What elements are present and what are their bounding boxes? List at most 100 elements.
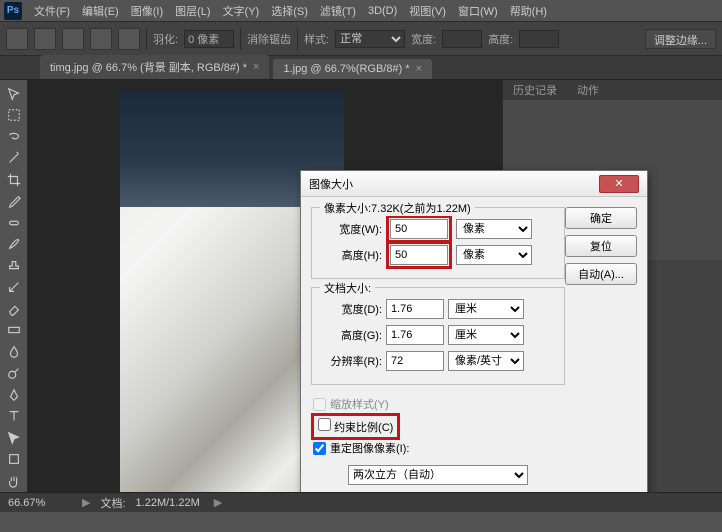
menu-type[interactable]: 文字(Y)	[217, 1, 266, 21]
reset-button[interactable]: 复位	[565, 235, 637, 257]
pixel-width-unit[interactable]: 像素	[456, 219, 532, 239]
menu-3d[interactable]: 3D(D)	[362, 3, 403, 19]
tab-document[interactable]: timg.jpg @ 66.7% (背景 副本, RGB/8#) * ×	[40, 55, 269, 79]
resample-checkbox[interactable]	[313, 442, 326, 455]
doc-height-input[interactable]	[386, 325, 444, 345]
image-size-dialog: 图像大小 ✕ 像素大小:7.32K(之前为1.22M) 宽度(W): 像素 高度…	[300, 170, 648, 500]
menubar: Ps 文件(F) 编辑(E) 图像(I) 图层(L) 文字(Y) 选择(S) 滤…	[0, 0, 722, 22]
constrain-label: 约束比例(C)	[334, 422, 393, 434]
shape-tool-icon[interactable]	[3, 450, 25, 470]
tab-label: timg.jpg @ 66.7% (背景 副本, RGB/8#) *	[50, 59, 247, 75]
toolbox	[0, 80, 28, 512]
chevron-right-icon[interactable]: ▶	[82, 496, 90, 509]
tool-preset-icon[interactable]	[6, 28, 28, 50]
menu-layer[interactable]: 图层(L)	[169, 1, 216, 21]
width-label: 宽度:	[411, 31, 436, 47]
feather-input[interactable]	[184, 30, 234, 48]
marquee-tool-icon[interactable]	[3, 106, 25, 126]
ok-button[interactable]: 确定	[565, 207, 637, 229]
doc-height-label: 高度(G):	[322, 327, 382, 343]
app-logo: Ps	[4, 2, 22, 20]
stamp-tool-icon[interactable]	[3, 256, 25, 276]
constrain-checkbox[interactable]	[318, 418, 331, 431]
type-tool-icon[interactable]	[3, 407, 25, 427]
refine-edge-button[interactable]: 调整边缘...	[645, 29, 716, 49]
doc-height-unit[interactable]: 厘米	[448, 325, 524, 345]
doc-width-unit[interactable]: 厘米	[448, 299, 524, 319]
doc-width-label: 宽度(D):	[322, 301, 382, 317]
dialog-titlebar[interactable]: 图像大小 ✕	[301, 171, 647, 197]
eraser-tool-icon[interactable]	[3, 299, 25, 319]
marquee-rect-icon[interactable]	[34, 28, 56, 50]
eyedropper-tool-icon[interactable]	[3, 192, 25, 212]
pixel-height-unit[interactable]: 像素	[456, 245, 532, 265]
document-size-group: 文档大小: 宽度(D): 厘米 高度(G): 厘米 分辨率(R): 像素/英寸	[311, 287, 565, 385]
menu-edit[interactable]: 编辑(E)	[76, 1, 125, 21]
resolution-unit[interactable]: 像素/英寸	[448, 351, 524, 371]
width-input	[442, 30, 482, 48]
marquee-row-icon[interactable]	[90, 28, 112, 50]
chevron-right-icon[interactable]: ▶	[214, 496, 222, 509]
dialog-buttons: 确定 复位 自动(A)...	[565, 207, 637, 285]
close-button[interactable]: ✕	[599, 175, 639, 193]
panel-tab-history[interactable]: 历史记录	[503, 80, 567, 100]
separator	[146, 28, 147, 50]
blur-tool-icon[interactable]	[3, 342, 25, 362]
width-label: 宽度(W):	[322, 221, 382, 237]
zoom-value[interactable]: 66.67%	[8, 497, 68, 509]
resolution-label: 分辨率(R):	[322, 353, 382, 369]
pixel-height-input[interactable]	[390, 245, 448, 265]
menu-help[interactable]: 帮助(H)	[504, 1, 553, 21]
panel-tab-actions[interactable]: 动作	[567, 80, 609, 100]
pixel-width-input[interactable]	[390, 219, 448, 239]
marquee-col-icon[interactable]	[118, 28, 140, 50]
workspace: 历史记录 动作 图像大小 ✕ 像素大小:7.32K(之前为1.22M) 宽度(W…	[0, 80, 722, 512]
style-label: 样式:	[304, 31, 329, 47]
menu-filter[interactable]: 滤镜(T)	[314, 1, 362, 21]
doc-value: 1.22M/1.22M	[136, 497, 200, 509]
dodge-tool-icon[interactable]	[3, 364, 25, 384]
document-tabs: timg.jpg @ 66.7% (背景 副本, RGB/8#) * × 1.jp…	[0, 56, 722, 80]
wand-tool-icon[interactable]	[3, 149, 25, 169]
interpolation-select[interactable]: 两次立方（自动）	[348, 465, 528, 485]
close-icon[interactable]: ×	[253, 61, 259, 73]
pixel-dimensions-group: 像素大小:7.32K(之前为1.22M) 宽度(W): 像素 高度(H): 像素	[311, 207, 565, 279]
dialog-title: 图像大小	[309, 176, 353, 192]
path-tool-icon[interactable]	[3, 428, 25, 448]
separator	[240, 28, 241, 50]
pen-tool-icon[interactable]	[3, 385, 25, 405]
gradient-tool-icon[interactable]	[3, 321, 25, 341]
brush-tool-icon[interactable]	[3, 235, 25, 255]
resolution-input[interactable]	[386, 351, 444, 371]
close-icon[interactable]: ×	[416, 63, 422, 75]
heal-tool-icon[interactable]	[3, 213, 25, 233]
height-label: 高度:	[488, 31, 513, 47]
doc-width-input[interactable]	[386, 299, 444, 319]
menu-image[interactable]: 图像(I)	[125, 1, 169, 21]
options-bar: 羽化: 消除锯齿 样式: 正常 宽度: 高度: 调整边缘...	[0, 22, 722, 56]
history-brush-icon[interactable]	[3, 278, 25, 298]
menu-view[interactable]: 视图(V)	[403, 1, 452, 21]
doc-legend: 文档大小:	[320, 280, 375, 296]
tab-document[interactable]: 1.jpg @ 66.7%(RGB/8#) *×	[273, 59, 432, 79]
menu-select[interactable]: 选择(S)	[265, 1, 314, 21]
panel-header: 历史记录 动作	[503, 80, 722, 100]
feather-label: 羽化:	[153, 31, 178, 47]
scale-styles-checkbox	[313, 398, 326, 411]
hand-tool-icon[interactable]	[3, 471, 25, 491]
menu-file[interactable]: 文件(F)	[28, 1, 76, 21]
marquee-ellipse-icon[interactable]	[62, 28, 84, 50]
style-select[interactable]: 正常	[335, 30, 405, 48]
doc-label: 文档:	[100, 495, 125, 511]
lasso-tool-icon[interactable]	[3, 127, 25, 147]
constrain-row: 约束比例(C)	[311, 415, 565, 437]
resample-row: 重定图像像素(I):	[311, 437, 565, 459]
scale-styles-label: 缩放样式(Y)	[330, 396, 389, 412]
menu-window[interactable]: 窗口(W)	[452, 1, 504, 21]
height-label: 高度(H):	[322, 247, 382, 263]
crop-tool-icon[interactable]	[3, 170, 25, 190]
move-tool-icon[interactable]	[3, 84, 25, 104]
statusbar: 66.67% ▶ 文档: 1.22M/1.22M ▶	[0, 492, 722, 512]
auto-button[interactable]: 自动(A)...	[565, 263, 637, 285]
separator	[297, 28, 298, 50]
